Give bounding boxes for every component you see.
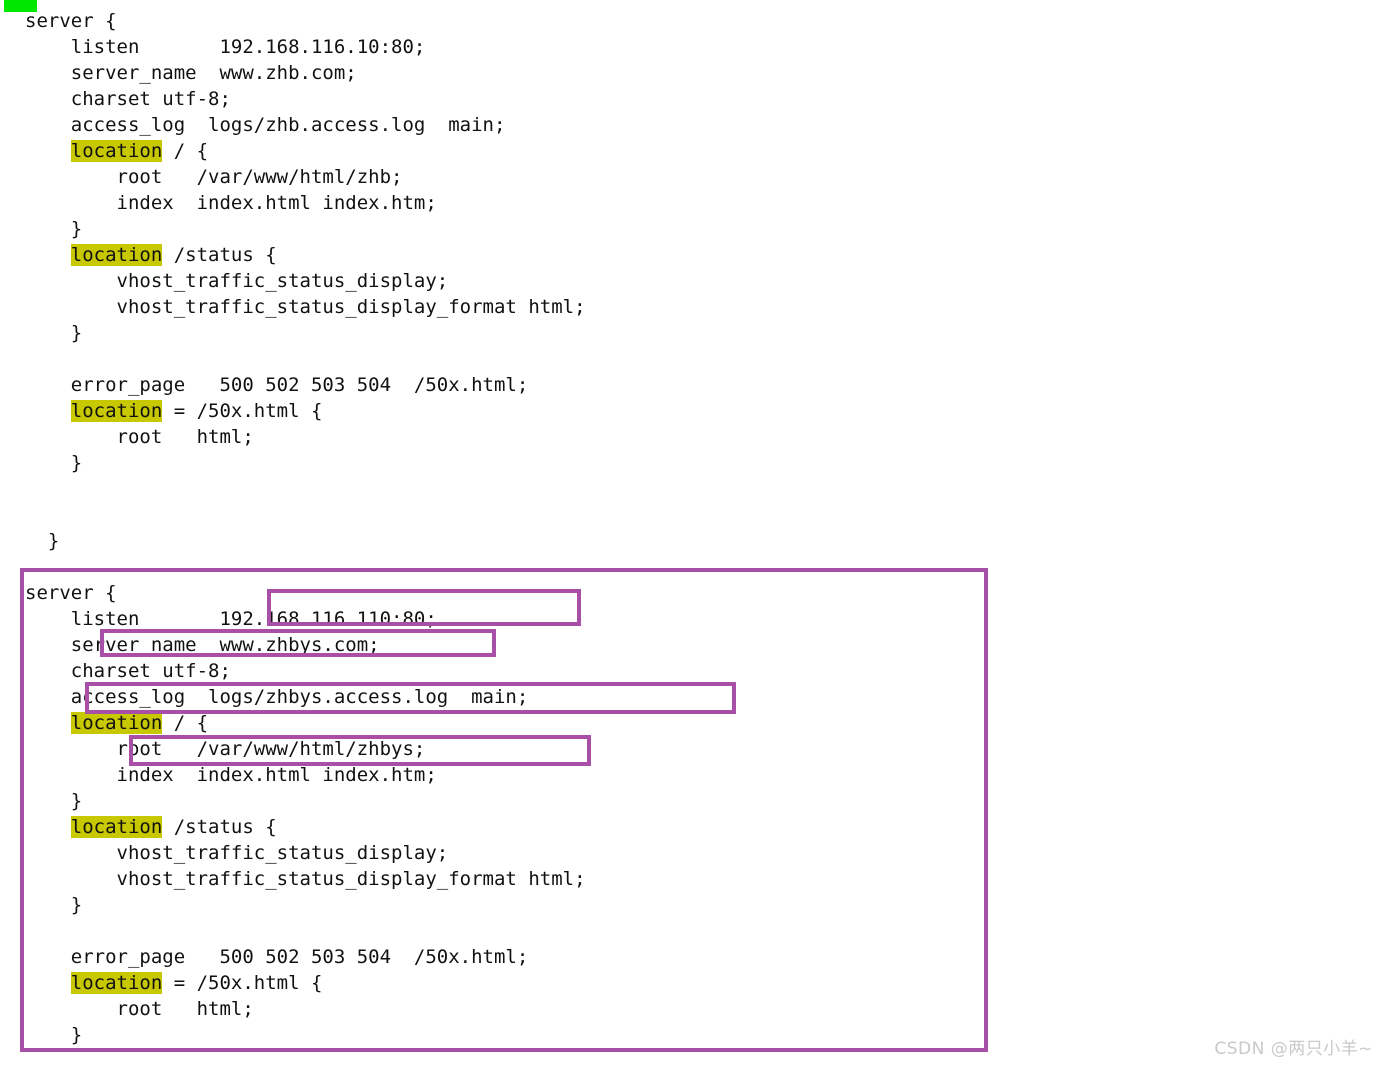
code-line: access_log logs/zhb.access.log main; xyxy=(25,112,586,138)
code-line: } xyxy=(25,788,586,814)
code-line: } xyxy=(25,320,586,346)
code-text: } xyxy=(25,894,83,916)
highlighted-keyword: location xyxy=(70,816,163,838)
code-line: location /status { xyxy=(25,814,586,840)
code-text: charset utf-8; xyxy=(25,88,231,110)
code-text: root /var/www/html/zhb; xyxy=(25,166,403,188)
code-text: = /50x.html { xyxy=(162,972,323,994)
code-text: } xyxy=(25,790,83,812)
highlighted-keyword: location xyxy=(70,244,163,266)
code-line: location = /50x.html { xyxy=(25,398,586,424)
code-line: location = /50x.html { xyxy=(25,970,586,996)
code-text: vhost_traffic_status_display_format html… xyxy=(25,868,586,890)
highlighted-keyword: location xyxy=(70,140,163,162)
code-text: vhost_traffic_status_display; xyxy=(25,842,449,864)
code-line: location /status { xyxy=(25,242,586,268)
code-line: charset utf-8; xyxy=(25,658,586,684)
code-line: vhost_traffic_status_display_format html… xyxy=(25,294,586,320)
code-text: /status { xyxy=(162,244,277,266)
code-line: charset utf-8; xyxy=(25,86,586,112)
code-line: index index.html index.htm; xyxy=(25,190,586,216)
code-line: } xyxy=(25,450,586,476)
code-line: vhost_traffic_status_display; xyxy=(25,268,586,294)
code-text: charset utf-8; xyxy=(25,660,231,682)
code-text: /status { xyxy=(162,816,277,838)
code-text: listen 192.168.116.110:80; xyxy=(25,608,437,630)
code-text: listen 192.168.116.10:80; xyxy=(25,36,426,58)
code-text: server_name www.zhbys.com; xyxy=(25,634,380,656)
nginx-config-block-original: server { listen 192.168.116.10:80; serve… xyxy=(25,8,586,554)
code-line: location / { xyxy=(25,138,586,164)
code-line: error_page 500 502 503 504 /50x.html; xyxy=(25,944,586,970)
highlighted-keyword: location xyxy=(70,400,163,422)
code-line: server_name www.zhbys.com; xyxy=(25,632,586,658)
code-line: vhost_traffic_status_display; xyxy=(25,840,586,866)
code-line: index index.html index.htm; xyxy=(25,762,586,788)
code-line: root html; xyxy=(25,996,586,1022)
nginx-config-block-annotated: server { listen 192.168.116.110:80; serv… xyxy=(25,580,586,1048)
code-line: server { xyxy=(25,8,586,34)
code-text: error_page 500 502 503 504 /50x.html; xyxy=(25,374,529,396)
code-line: } xyxy=(25,1022,586,1048)
code-text: } xyxy=(25,530,60,552)
code-text: server { xyxy=(25,582,117,604)
code-text: vhost_traffic_status_display_format html… xyxy=(25,296,586,318)
code-line: root /var/www/html/zhb; xyxy=(25,164,586,190)
code-text: / { xyxy=(162,140,209,162)
code-line: } xyxy=(25,528,586,554)
code-text: } xyxy=(25,1024,83,1046)
code-text: root html; xyxy=(25,998,254,1020)
code-line: server { xyxy=(25,580,586,606)
code-line: vhost_traffic_status_display_format html… xyxy=(25,866,586,892)
code-text: = /50x.html { xyxy=(162,400,323,422)
code-text: } xyxy=(25,452,83,474)
code-text: server_name www.zhb.com; xyxy=(25,62,357,84)
code-text: } xyxy=(25,322,83,344)
code-text: index index.html index.htm; xyxy=(25,192,437,214)
code-text: root /var/www/html/zhbys; xyxy=(25,738,426,760)
code-text: / { xyxy=(162,712,209,734)
csdn-watermark: CSDN @两只小羊~ xyxy=(1214,1039,1373,1059)
highlighted-keyword: location xyxy=(70,972,163,994)
code-line: root /var/www/html/zhbys; xyxy=(25,736,586,762)
code-text: access_log logs/zhb.access.log main; xyxy=(25,114,506,136)
code-text: access_log logs/zhbys.access.log main; xyxy=(25,686,529,708)
code-line: listen 192.168.116.110:80; xyxy=(25,606,586,632)
code-text: vhost_traffic_status_display; xyxy=(25,270,449,292)
code-text: root html; xyxy=(25,426,254,448)
code-text: server { xyxy=(25,10,117,32)
code-text: } xyxy=(25,218,83,240)
code-line: access_log logs/zhbys.access.log main; xyxy=(25,684,586,710)
highlighted-keyword: location xyxy=(70,712,163,734)
code-line: } xyxy=(25,892,586,918)
code-line: error_page 500 502 503 504 /50x.html; xyxy=(25,372,586,398)
code-line: listen 192.168.116.10:80; xyxy=(25,34,586,60)
code-text: error_page 500 502 503 504 /50x.html; xyxy=(25,946,529,968)
code-line: server_name www.zhb.com; xyxy=(25,60,586,86)
code-line: root html; xyxy=(25,424,586,450)
code-line: } xyxy=(25,216,586,242)
code-line: location / { xyxy=(25,710,586,736)
code-text: index index.html index.htm; xyxy=(25,764,437,786)
